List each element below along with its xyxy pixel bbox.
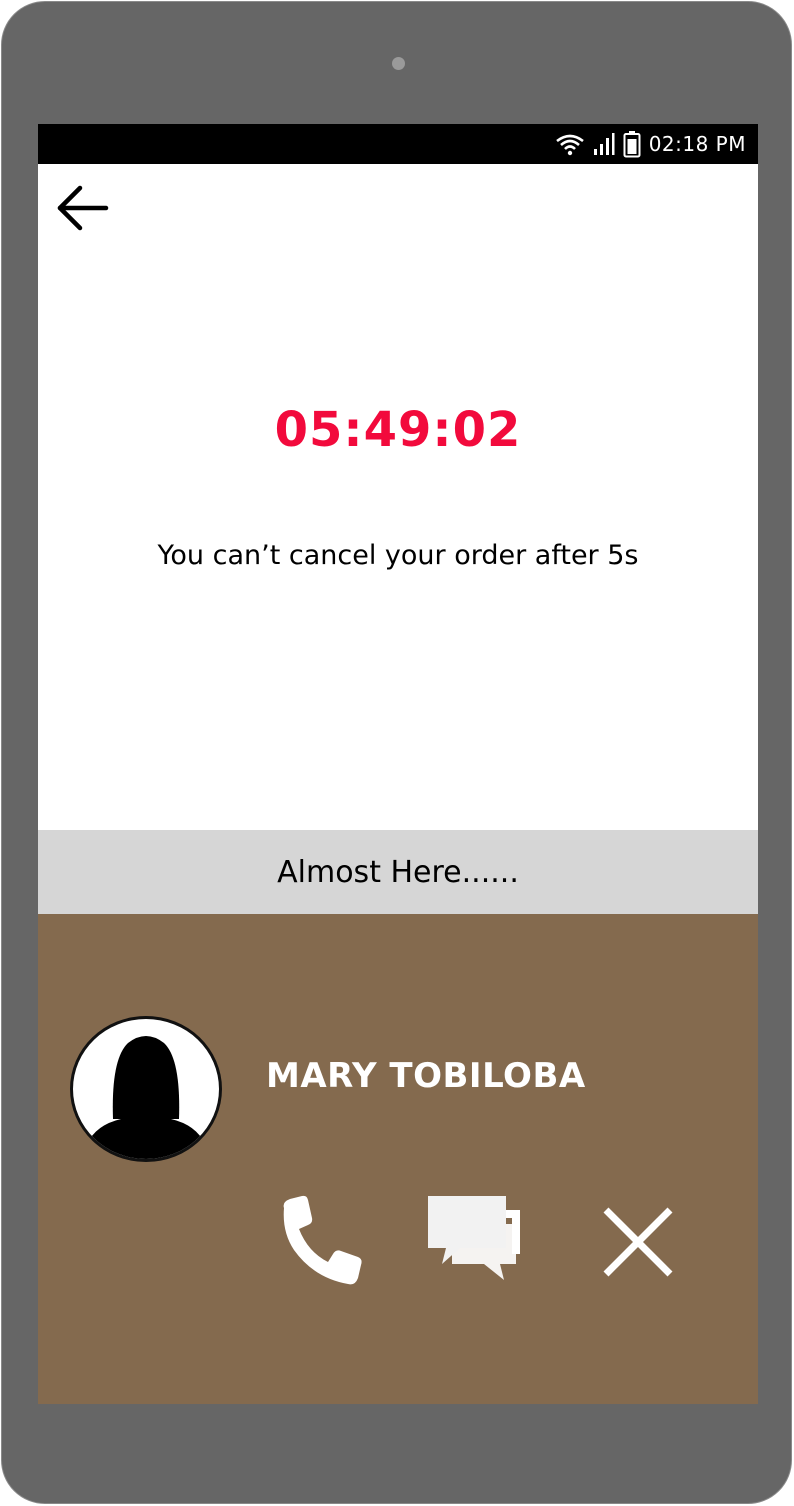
chat-button[interactable] (424, 1194, 524, 1286)
call-button[interactable] (274, 1194, 366, 1286)
countdown-timer: 05:49:02 (274, 402, 522, 458)
app-screen: 02:18 PM 05:49:02 You can’t cancel your … (38, 124, 758, 1404)
driver-avatar (70, 1016, 222, 1162)
female-avatar-icon (83, 1036, 209, 1159)
chat-icon (428, 1196, 520, 1280)
cancel-button[interactable] (598, 1202, 678, 1282)
status-icons: 02:18 PM (555, 131, 746, 158)
driver-panel: MARY TOBILOBA (38, 914, 758, 1404)
phone-icon (283, 1195, 362, 1285)
close-icon (603, 1207, 673, 1277)
arrival-status-bar: Almost Here...... (38, 830, 758, 914)
arrow-left-icon (57, 185, 109, 231)
status-time: 02:18 PM (648, 132, 746, 156)
status-bar: 02:18 PM (38, 124, 758, 164)
back-button[interactable] (52, 182, 112, 234)
device-frame: 02:18 PM 05:49:02 You can’t cancel your … (1, 1, 792, 1504)
wifi-icon (555, 134, 584, 156)
front-camera (392, 57, 405, 70)
arrival-status-text: Almost Here...... (277, 854, 519, 890)
cancel-notice: You can’t cancel your order after 5s (157, 540, 639, 571)
battery-icon (623, 131, 641, 158)
signal-icon (593, 133, 615, 155)
driver-name: MARY TOBILOBA (266, 1056, 586, 1096)
